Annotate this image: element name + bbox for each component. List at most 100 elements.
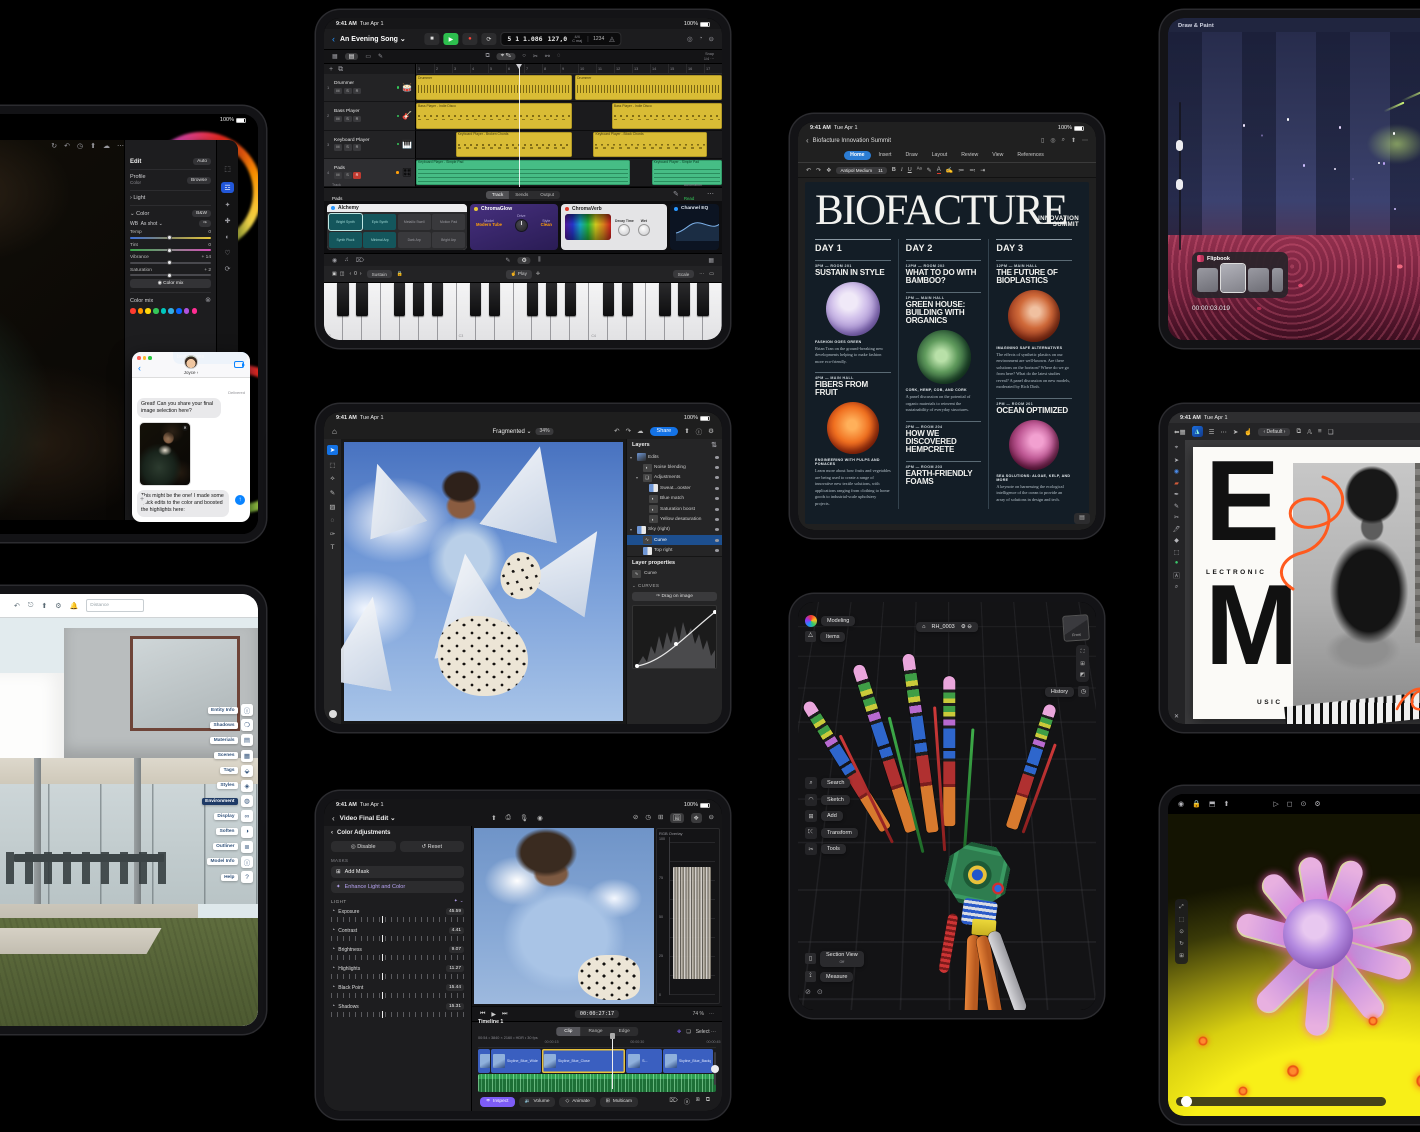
decay-knob[interactable]: [618, 224, 630, 236]
slider-value[interactable]: 45.59: [446, 908, 464, 915]
cycle-button[interactable]: ⟳: [481, 33, 496, 45]
send-button[interactable]: ↑: [235, 495, 245, 505]
zoom-tool[interactable]: ⌕: [1175, 584, 1178, 591]
media-icon[interactable]: 🖼: [670, 813, 683, 823]
bold-button[interactable]: B: [892, 167, 896, 173]
color-mix-dot[interactable]: [130, 308, 136, 314]
keyboard-mode-icon[interactable]: ▣: [332, 271, 337, 277]
cloud-icon[interactable]: ☁: [103, 143, 110, 150]
trash-icon[interactable]: ⌦: [669, 1097, 677, 1106]
lens-icon[interactable]: ◐: [225, 234, 229, 241]
mobile-view-icon[interactable]: ▯: [1041, 137, 1044, 144]
render-target-icon[interactable]: ◉: [1178, 800, 1184, 808]
track-s-button[interactable]: S: [344, 144, 352, 151]
flipbook-frame[interactable]: [1197, 268, 1218, 292]
minimize-icon[interactable]: ⊖: [709, 813, 714, 823]
cloud-icon[interactable]: ☁: [637, 427, 644, 435]
color-mix-dot[interactable]: [168, 308, 174, 314]
region[interactable]: Keyboard Player - Simple Pad: [416, 160, 630, 185]
expand-icon[interactable]: ⤢: [1179, 904, 1183, 911]
panel-label[interactable]: Scenes: [214, 752, 238, 759]
black-key[interactable]: [527, 283, 538, 316]
panel-icon[interactable]: ◍: [241, 795, 253, 807]
slider-brightness[interactable]: ◔Brightness9.07: [331, 946, 464, 960]
tuner-icon[interactable]: ◎: [687, 35, 693, 43]
bw-button[interactable]: B&W: [192, 210, 211, 217]
undo-icon[interactable]: ↶: [614, 427, 619, 435]
more-icon[interactable]: ⋯: [1082, 137, 1088, 144]
export-icon[interactable]: ⬆: [684, 427, 689, 435]
app-icon[interactable]: ◮: [1192, 426, 1203, 437]
visibility-eye-icon[interactable]: [715, 487, 720, 490]
export-icon[interactable]: ◉: [537, 814, 543, 822]
track-lane[interactable]: DrummerDrummer: [416, 74, 722, 102]
power-icon[interactable]: [565, 207, 569, 211]
slider-knob[interactable]: [167, 248, 172, 253]
expander-icon[interactable]: ▾: [636, 475, 640, 480]
tab-references[interactable]: References: [1011, 151, 1050, 160]
transform-icon[interactable]: ⧉: [1296, 428, 1301, 436]
save-icon[interactable]: ⬒: [1209, 800, 1216, 808]
more-icon[interactable]: ⋯: [709, 1011, 714, 1017]
type-tool[interactable]: T: [331, 544, 335, 551]
black-key[interactable]: [546, 283, 557, 316]
slider-value[interactable]: 4.41: [449, 927, 464, 934]
mic-icon[interactable]: 🎙: [520, 814, 528, 822]
tab-layout[interactable]: Layout: [926, 151, 954, 160]
add-mask-button[interactable]: ⊞ Add Mask: [331, 866, 464, 878]
track-r-button[interactable]: R: [353, 116, 361, 123]
avatar[interactable]: [184, 355, 198, 369]
tool-label[interactable]: Search: [821, 778, 850, 788]
masking-icon[interactable]: ✦: [225, 202, 231, 209]
playhead[interactable]: [519, 64, 520, 187]
select-menu[interactable]: Select ⋯: [696, 1029, 716, 1035]
track-m-button[interactable]: M: [334, 144, 342, 151]
automation-mode[interactable]: Read: [684, 196, 695, 201]
settings-icon[interactable]: ⚙: [708, 427, 714, 435]
canvas[interactable]: E LECTRONIC M USIC: [1185, 440, 1420, 724]
animate-button[interactable]: ◇Animate: [559, 1097, 595, 1107]
align-icon[interactable]: ≡: [1318, 428, 1322, 435]
timeline-clip[interactable]: Skyline_Blue_Backgro: [663, 1049, 713, 1073]
region[interactable]: Keyboard Player - Simple Pad: [652, 160, 722, 185]
track-m-button[interactable]: M: [334, 88, 342, 95]
panel-label[interactable]: Model Info: [207, 858, 238, 865]
slider-track[interactable]: [130, 237, 211, 239]
export-icon[interactable]: ⬆: [1223, 800, 1229, 808]
color-mix-dot[interactable]: [192, 308, 198, 314]
pick-icon[interactable]: ⊙: [1179, 929, 1184, 935]
audio-track[interactable]: [478, 1074, 716, 1092]
panel-label[interactable]: Soften: [216, 828, 238, 835]
camera-icon[interactable]: ⎙: [506, 814, 511, 822]
slider-tint[interactable]: Tint0: [130, 243, 211, 252]
redo-icon[interactable]: ↷: [816, 167, 821, 174]
export-icon[interactable]: ⎋: [28, 602, 34, 610]
clone-tool[interactable]: ▨: [329, 503, 335, 511]
tab-draw[interactable]: Draw: [900, 151, 924, 160]
track-m-button[interactable]: M: [334, 172, 342, 179]
transform-tool[interactable]: ⬚: [329, 461, 335, 469]
region[interactable]: Bass Player - Indie Disco: [612, 103, 722, 128]
share-icon[interactable]: ⬆: [491, 814, 496, 822]
tab-review[interactable]: Review: [955, 151, 984, 160]
slider-ticks[interactable]: [331, 1012, 464, 1017]
undo-icon[interactable]: ↶: [806, 167, 811, 174]
undo-icon[interactable]: ↶: [14, 602, 20, 610]
contact-name[interactable]: Joyce ›: [184, 370, 199, 375]
region[interactable]: Keyboard Player - Broken Chords: [456, 132, 572, 157]
effects-icon[interactable]: ❖: [691, 813, 702, 823]
add-track-icon[interactable]: +: [329, 66, 333, 73]
track-header-keyboard-player[interactable]: 3Keyboard PlayerMSR🎹: [324, 131, 416, 159]
multicam-button[interactable]: ⊞Multicam: [600, 1097, 638, 1107]
visibility-eye-icon[interactable]: [715, 549, 720, 552]
bullets-icon[interactable]: ≔: [958, 167, 964, 174]
slider-value[interactable]: 9.07: [449, 946, 464, 953]
track-lane[interactable]: Bass Player - Indie DiscoBass Player - I…: [416, 102, 722, 130]
redo-icon[interactable]: ↷: [626, 427, 631, 435]
zoom-level[interactable]: 34%: [536, 428, 554, 435]
slider-contrast[interactable]: ◔Contrast4.41: [331, 927, 464, 941]
alchemy-pad[interactable]: Bright Arp: [432, 232, 465, 248]
tab-insert[interactable]: Insert: [873, 151, 898, 160]
move-tool[interactable]: ➤: [1174, 457, 1179, 464]
tab-output[interactable]: Output: [534, 191, 560, 199]
